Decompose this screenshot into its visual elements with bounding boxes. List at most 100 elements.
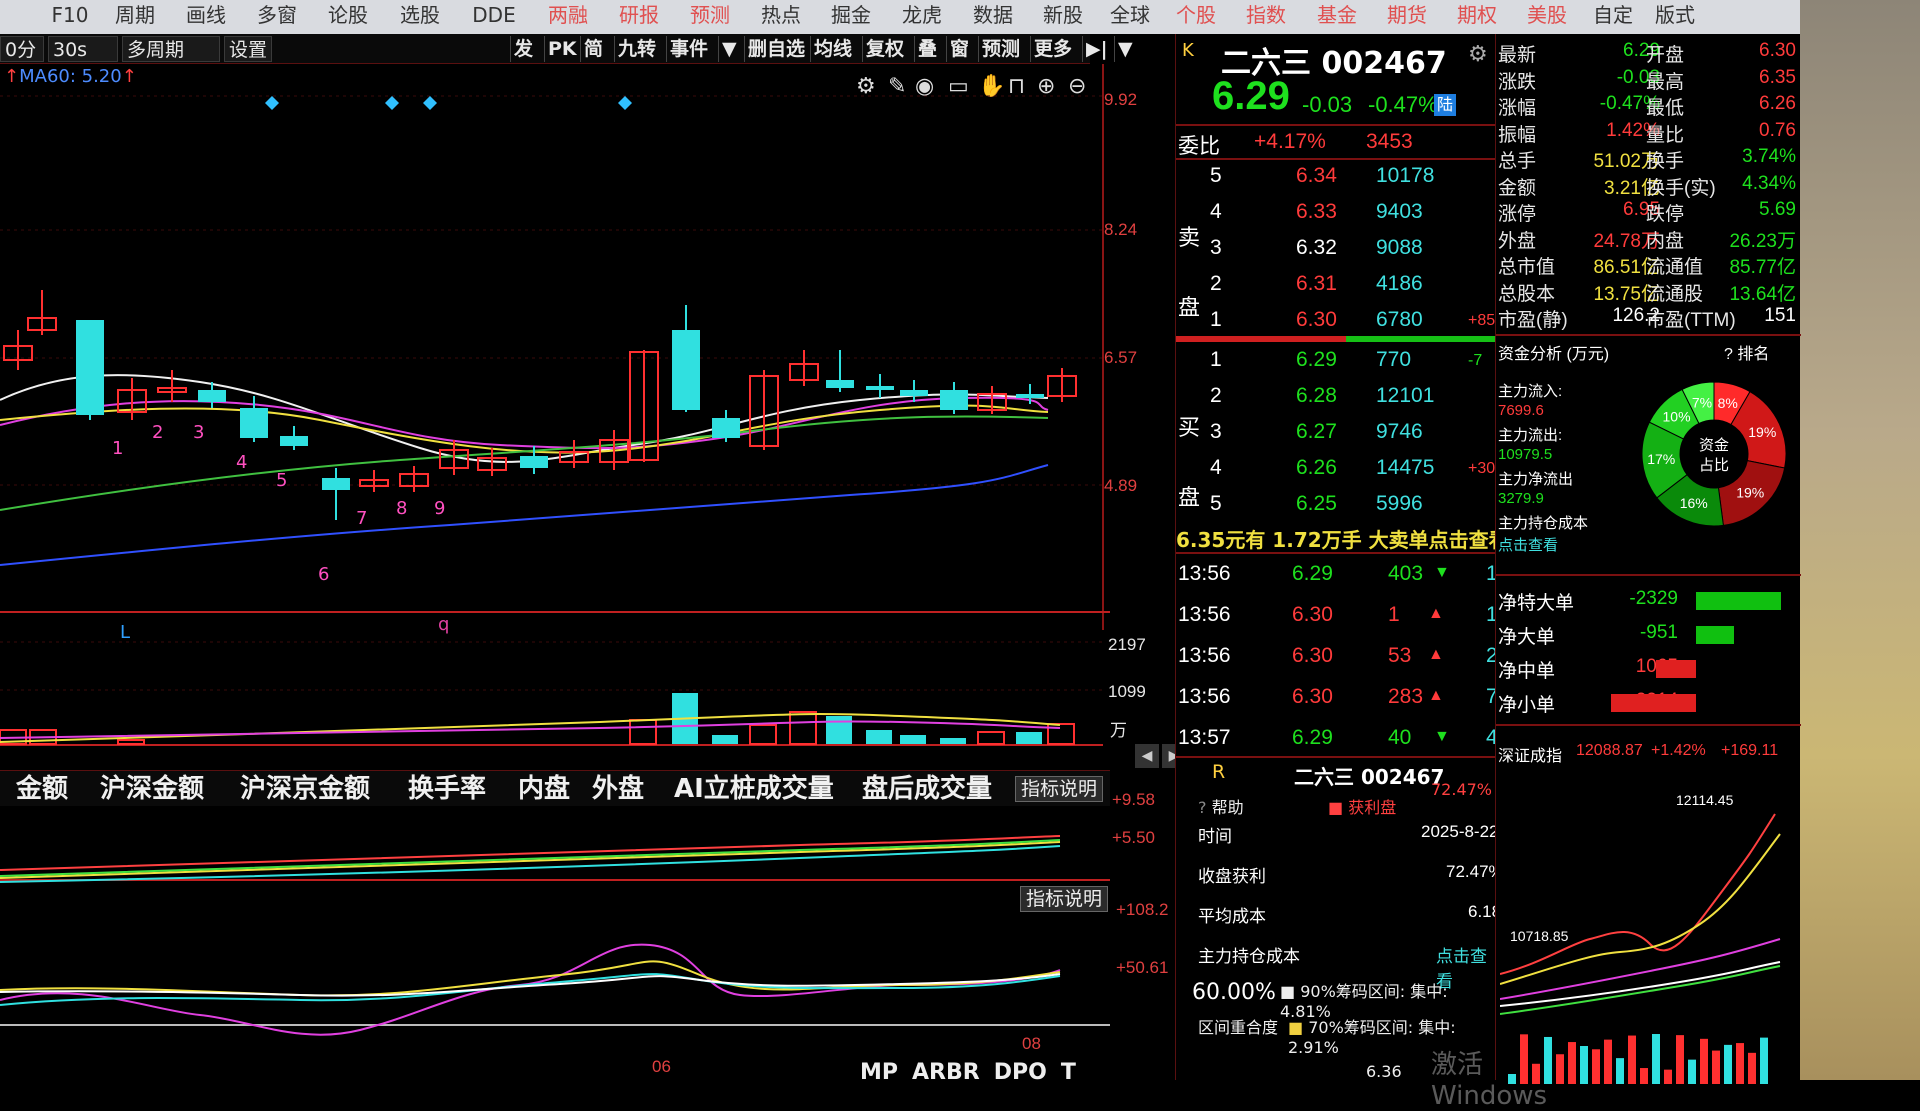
sell-volume: 9403 bbox=[1376, 200, 1423, 223]
stat-row-5: 金额 3.21亿 换手(实) 4.34% bbox=[1496, 173, 1801, 199]
tick-row-0: 13:566.29403▼12 bbox=[1176, 562, 1509, 598]
indicator-tab-3[interactable]: 换手率 bbox=[408, 773, 486, 805]
nav-item-20[interactable]: 期权 bbox=[1442, 0, 1512, 34]
flow-bar bbox=[1656, 660, 1696, 678]
stat-row-1: 涨跌 -0.03 最高 6.35 bbox=[1496, 67, 1801, 93]
indicator-tab-2[interactable]: 沪深京金额 bbox=[240, 773, 370, 805]
tick-arrow-icon: ▼ bbox=[1434, 728, 1450, 745]
price-change: -0.03 bbox=[1302, 92, 1353, 117]
candle-label-3: 3 bbox=[193, 422, 205, 443]
flow-row-1: 净大单 -951 bbox=[1496, 620, 1801, 650]
index-change: +169.11 bbox=[1721, 742, 1779, 759]
nav-item-21[interactable]: 美股 bbox=[1512, 0, 1582, 34]
indicator-tab-5[interactable]: 外盘 bbox=[592, 773, 644, 805]
indicator-tab-4[interactable]: 内盘 bbox=[518, 773, 570, 805]
tick-row-1: 13:56 6.30 1 ▲ 1 bbox=[1176, 603, 1501, 639]
nav-item-19[interactable]: 期货 bbox=[1372, 0, 1442, 34]
stat-row-9: 总股本 13.75亿 流通股 13.64亿 bbox=[1496, 279, 1801, 305]
index-name: 深证成指 bbox=[1498, 748, 1563, 765]
pie-center-label-2: 占比 bbox=[1699, 456, 1729, 474]
tick-arrow-icon: ▼ bbox=[1434, 564, 1450, 581]
candle-body bbox=[520, 456, 548, 468]
scroll-left-button[interactable]: ◀ bbox=[1135, 744, 1159, 768]
nav-item-23[interactable]: 版式 bbox=[1644, 0, 1706, 34]
tick-row-3: 13:56 6.30 283 ▲ 7 bbox=[1176, 685, 1501, 721]
marker-l: L bbox=[120, 622, 131, 643]
index-value: 12088.87 bbox=[1576, 742, 1643, 759]
pie-center-label: 资金 bbox=[1699, 436, 1729, 454]
tick-time: 13:57 bbox=[1178, 726, 1231, 749]
candle-body bbox=[900, 390, 928, 396]
price-axis-2: 8.24 bbox=[1104, 220, 1138, 239]
chip-profit-label: ■ 获利盘 bbox=[1328, 798, 1397, 817]
mini-volume-bar bbox=[1592, 1049, 1600, 1084]
candle-label-4: 4 bbox=[236, 452, 248, 473]
volume-bar bbox=[940, 738, 966, 744]
nav-item-18[interactable]: 基金 bbox=[1302, 0, 1372, 34]
stat-label: 总手 bbox=[1498, 151, 1537, 172]
buy-level: 1 bbox=[1210, 348, 1222, 371]
mini-volume-bar bbox=[1532, 1063, 1540, 1084]
tick-volume: 403 bbox=[1388, 562, 1424, 585]
candle-label-1: 1 bbox=[112, 438, 124, 459]
tab-dpo[interactable]: DPO bbox=[994, 1060, 1047, 1080]
sell-row-1: 4 6.33 9403 bbox=[1176, 200, 1501, 232]
tab-mp[interactable]: MP bbox=[860, 1060, 898, 1080]
buy-price: 6.27 bbox=[1296, 420, 1337, 443]
buy-price: 6.28 bbox=[1296, 384, 1337, 407]
sell-level: 5 bbox=[1210, 164, 1222, 187]
hold-link[interactable]: 点击查看 bbox=[1498, 534, 1558, 555]
mini-volume-bar bbox=[1664, 1069, 1672, 1084]
gear-icon[interactable]: ⚙ bbox=[1468, 42, 1488, 67]
buy-volume: 14475 bbox=[1376, 456, 1435, 479]
sell-price: 6.34 bbox=[1296, 164, 1337, 187]
stat-row-0: 最新 6.29 开盘 6.30 bbox=[1496, 40, 1801, 66]
sell-price: 6.31 bbox=[1296, 272, 1337, 295]
tab-arbr[interactable]: ARBR bbox=[912, 1060, 980, 1080]
buy-level: 5 bbox=[1210, 492, 1222, 515]
chip-help[interactable]: ? 帮助 bbox=[1198, 794, 1244, 818]
tick-arrow-icon: ▲ bbox=[1428, 687, 1444, 704]
tick-row-4: 13:57 6.29 40 ▼ 4 bbox=[1176, 726, 1501, 762]
volume-bar bbox=[789, 711, 817, 745]
indicator-explain-button-1[interactable]: 指标说明 bbox=[1015, 776, 1103, 802]
indicator-tab-0[interactable]: 金额 bbox=[16, 773, 68, 805]
nav-item-17[interactable]: 指数 bbox=[1230, 0, 1302, 34]
nav-item-16[interactable]: 个股 bbox=[1162, 0, 1230, 34]
volume-bar bbox=[826, 716, 852, 744]
tick-price: 6.29 bbox=[1292, 562, 1333, 585]
fund-pie-chart: 8% 19% 19% 16% 17% 10%7% 资金占比 bbox=[1641, 381, 1787, 527]
tick-price: 6.30 bbox=[1292, 644, 1333, 667]
indicator-tab-7[interactable]: 盘后成交量 bbox=[862, 773, 992, 805]
buy-row-0: 1 6.29 770 -7 bbox=[1176, 348, 1501, 380]
toolbar-button-14[interactable]: ▼ bbox=[1114, 36, 1136, 62]
nav-item-22[interactable]: 自定 bbox=[1582, 0, 1644, 34]
sell-row-4: 1 6.30 6780 +85 bbox=[1176, 308, 1501, 340]
tab-t[interactable]: T bbox=[1061, 1060, 1076, 1080]
tick-price: 6.29 bbox=[1292, 726, 1333, 749]
stat-label: 涨幅 bbox=[1498, 98, 1537, 119]
stat-value-2: 5.69 bbox=[1759, 199, 1796, 220]
screen: F10 周期 画线 多窗 论股 选股 DDE 两融 研报 预测 热点 掘金 龙虎 数据 新股 全球 个股 指数 基金… bbox=[0, 0, 1920, 1111]
stat-label: 金额 bbox=[1498, 177, 1537, 199]
tick-volume: 40 bbox=[1388, 726, 1412, 749]
date-label-08: 08 bbox=[1022, 1034, 1041, 1053]
mini-volume-bar bbox=[1724, 1044, 1732, 1084]
chip-profit-pct: 72.47% bbox=[1431, 780, 1493, 799]
pie-label-1: 19% bbox=[1748, 424, 1776, 440]
big-order-link[interactable]: 6.35元有 1.72万手 大卖单点击查看 bbox=[1176, 524, 1501, 553]
chip-overlap-label: 区间重合度 bbox=[1198, 1018, 1279, 1037]
indicator-tab-6[interactable]: AI立桩成交量 bbox=[674, 773, 834, 805]
flow-row-2: 净中单1065 bbox=[1496, 654, 1801, 684]
candle-body bbox=[940, 390, 968, 410]
stat-row-10: 市盈(静) 126.2 市盈(TTM) 151 bbox=[1496, 305, 1801, 331]
indicator-tab-1[interactable]: 沪深金额 bbox=[100, 773, 204, 805]
stat-value-2: 26.23万 bbox=[1729, 230, 1796, 252]
k-icon: K bbox=[1182, 40, 1194, 61]
indicator-explain-button-2[interactable]: 指标说明 bbox=[1020, 886, 1108, 912]
index-mini-chart bbox=[1500, 813, 1781, 1084]
flow-value: -2329 bbox=[1629, 588, 1678, 609]
fund-rank[interactable]: ? 排名 bbox=[1724, 340, 1769, 364]
flow-bar bbox=[1696, 592, 1781, 610]
candle-body bbox=[672, 330, 700, 410]
